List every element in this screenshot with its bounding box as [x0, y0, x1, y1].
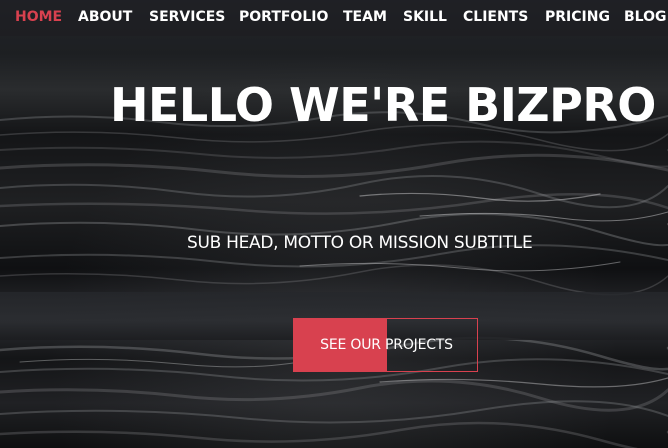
- nav-item-home[interactable]: HOME: [15, 9, 62, 25]
- nav-item-skill[interactable]: SKILL: [403, 9, 447, 25]
- button-label: SEE OUR PROJECTS: [320, 337, 453, 353]
- see-our-projects-button[interactable]: SEE OUR PROJECTS: [293, 318, 478, 372]
- ocean-background-image: [0, 111, 668, 448]
- nav-item-team[interactable]: TEAM: [343, 9, 387, 25]
- hero-subtitle: SUB HEAD, MOTTO OR MISSION SUBTITLE: [187, 233, 533, 253]
- nav-item-blog[interactable]: BLOG: [624, 9, 667, 25]
- hero-headline: HELLO WE'RE BIZPRO: [110, 78, 656, 132]
- nav-item-portfolio[interactable]: PORTFOLIO: [239, 9, 328, 25]
- main-nav: HOME ABOUT SERVICES PORTFOLIO TEAM SKILL…: [0, 0, 668, 36]
- nav-item-clients[interactable]: CLIENTS: [463, 9, 528, 25]
- hero-section: HOME ABOUT SERVICES PORTFOLIO TEAM SKILL…: [0, 0, 668, 448]
- nav-item-services[interactable]: SERVICES: [149, 9, 225, 25]
- nav-item-pricing[interactable]: PRICING: [545, 9, 610, 25]
- nav-item-about[interactable]: ABOUT: [78, 9, 132, 25]
